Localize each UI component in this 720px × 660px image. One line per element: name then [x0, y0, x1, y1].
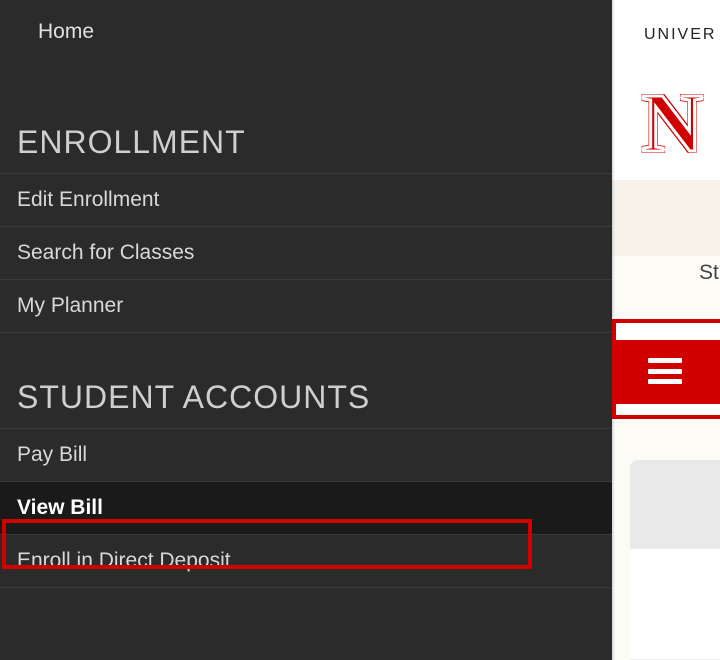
- content-card-white: [630, 548, 720, 660]
- section-header-student-accounts: STUDENT ACCOUNTS: [0, 371, 612, 428]
- hamburger-bottom-stripe: [612, 404, 720, 412]
- menu-list-student-accounts: Pay Bill View Bill Enroll in Direct Depo…: [0, 428, 612, 588]
- sidebar-item-my-planner[interactable]: My Planner: [0, 279, 612, 333]
- home-link[interactable]: Home: [0, 0, 612, 64]
- hamburger-icon: [648, 358, 682, 384]
- section-header-enrollment: ENROLLMENT: [0, 116, 612, 173]
- sidebar-item-search-classes[interactable]: Search for Classes: [0, 226, 612, 279]
- hamburger-button[interactable]: [612, 330, 720, 412]
- sidebar-nav: Home ENROLLMENT Edit Enrollment Search f…: [0, 0, 612, 660]
- sidebar-item-edit-enrollment[interactable]: Edit Enrollment: [0, 173, 612, 226]
- sidebar-item-enroll-direct-deposit[interactable]: Enroll in Direct Deposit: [0, 534, 612, 588]
- banner-band: [612, 180, 720, 256]
- section-enrollment: ENROLLMENT Edit Enrollment Search for Cl…: [0, 116, 612, 333]
- university-label: UNIVER: [644, 26, 716, 44]
- sidebar-item-view-bill[interactable]: View Bill: [0, 481, 612, 534]
- section-student-accounts: STUDENT ACCOUNTS Pay Bill View Bill Enro…: [0, 371, 612, 588]
- hamburger-top-stripe: [612, 330, 720, 340]
- main-content-partial: UNIVER N St: [612, 0, 720, 660]
- menu-list-enrollment: Edit Enrollment Search for Classes My Pl…: [0, 173, 612, 333]
- page-title-partial: St: [699, 261, 719, 285]
- sidebar-item-pay-bill[interactable]: Pay Bill: [0, 428, 612, 481]
- nebraska-logo: N: [642, 82, 703, 166]
- sidebar-shadow: [612, 0, 615, 660]
